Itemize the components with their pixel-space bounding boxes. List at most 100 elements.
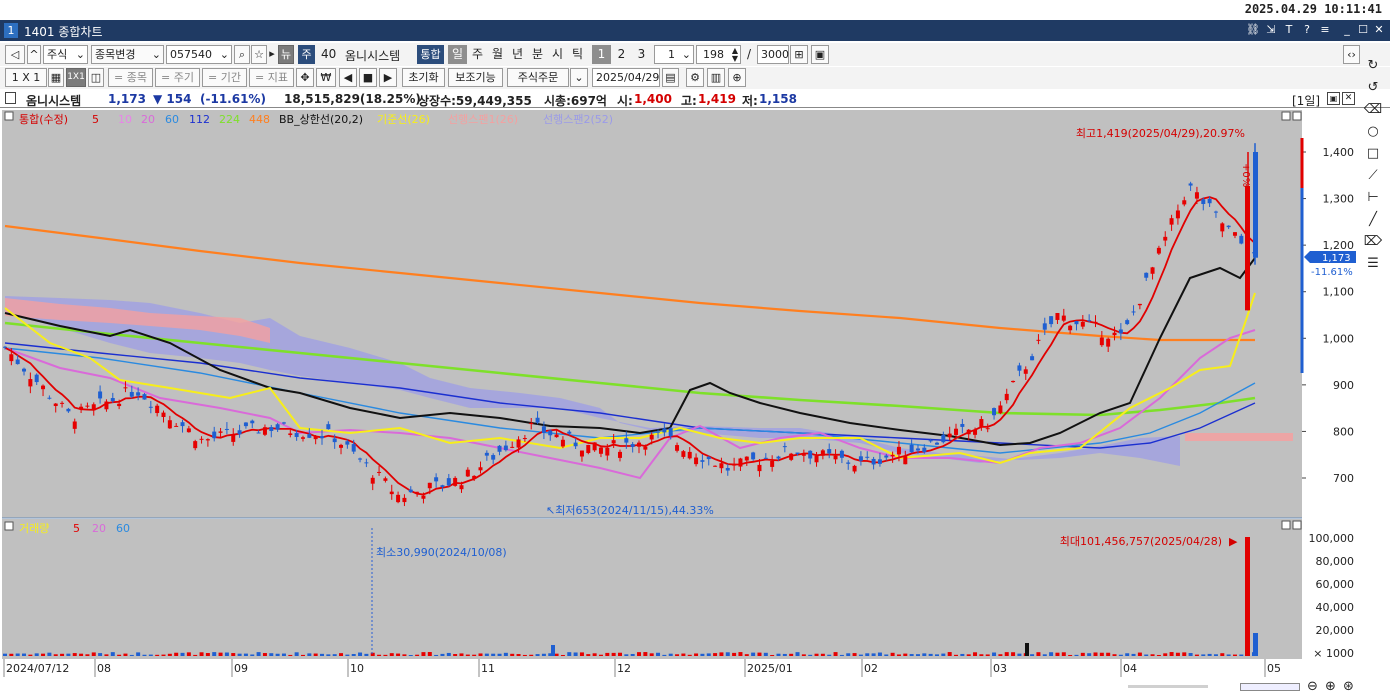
layout-1x1-button[interactable]: 1 X 1 <box>5 68 47 87</box>
period-value-select[interactable]: 1 ⌄ <box>654 45 694 64</box>
tab-day[interactable]: 일 <box>448 45 467 64</box>
chart-settings-icon[interactable]: ▥ <box>707 68 725 87</box>
volume-legend-toggle[interactable] <box>4 521 14 531</box>
search-icon[interactable]: ⌕ <box>234 45 250 64</box>
rotate-ccw-icon[interactable]: ↺ <box>1363 78 1383 98</box>
legend-vol5: 5 <box>73 522 80 535</box>
rectangle-icon[interactable]: □ <box>1363 144 1383 164</box>
zoom-slider[interactable] <box>1240 683 1300 691</box>
circle-icon[interactable]: ○ <box>1363 122 1383 142</box>
candle-body <box>1099 337 1104 346</box>
stop-icon[interactable]: ■ <box>359 68 377 87</box>
help-icon[interactable]: ? <box>1300 22 1314 38</box>
chart-svg[interactable]: 2024/07/12 08 09 10 11 12 2025/01 02 03 04 05 1,40… <box>0 108 1390 686</box>
indicator-sync-button[interactable]: = 지표 <box>249 68 294 87</box>
drawing-settings-icon[interactable]: ☰ <box>1363 254 1383 274</box>
type-select[interactable]: 주식 ⌄ <box>43 45 88 64</box>
integrated-button[interactable]: 통합 <box>417 45 444 64</box>
settings-menu-icon[interactable]: ≡ <box>1318 22 1332 38</box>
stock-code-input[interactable]: 057540 ⌄ <box>166 45 232 64</box>
link-icon[interactable]: ⛓ <box>1246 22 1260 38</box>
crosshair-icon[interactable]: ✥ <box>296 68 314 87</box>
restore-icon[interactable]: ▣ <box>1327 92 1340 105</box>
rotate-cw-icon[interactable]: ↻ <box>1363 56 1383 76</box>
change-stock-button[interactable]: 종목변경 ⌄ <box>91 45 164 64</box>
candle-body <box>1175 210 1180 219</box>
chevron-down-icon[interactable]: ⌄ <box>570 68 588 87</box>
max-count-input[interactable]: 3000 <box>757 45 789 64</box>
line-plus-icon[interactable]: ⟋ <box>1363 166 1383 186</box>
tab-month[interactable]: 월 <box>488 45 507 64</box>
star-icon[interactable]: ☆ <box>251 45 267 64</box>
text-icon[interactable]: T <box>1282 22 1296 38</box>
count-stepper[interactable]: 198 ▲ ▼ <box>696 45 741 64</box>
candle-body <box>643 446 648 450</box>
checkbox[interactable] <box>5 92 16 104</box>
layout-single-button[interactable]: 1X1 <box>66 68 86 87</box>
delete-drawing-icon[interactable]: ⌦ <box>1363 232 1383 252</box>
candle-body <box>839 450 844 458</box>
add-window-icon[interactable]: ⊞ <box>790 45 808 64</box>
candle-body <box>85 405 90 407</box>
tab-year[interactable]: 년 <box>508 45 527 64</box>
chart-area[interactable]: 2024/07/12 08 09 10 11 12 2025/01 02 03 04 05 1,40… <box>0 108 1390 686</box>
export-icon[interactable]: ⇲ <box>1264 22 1278 38</box>
maximize-icon[interactable]: ☐ <box>1356 22 1370 38</box>
nav-prev-button[interactable]: ◁ <box>5 45 25 64</box>
panel-restore-icon[interactable] <box>1281 111 1291 121</box>
candle-body <box>186 428 191 433</box>
item-sync-button[interactable]: = 종목 <box>108 68 153 87</box>
reset-button[interactable]: 초기화 <box>402 68 445 87</box>
scroll-left-icon[interactable]: ◀ <box>339 68 357 87</box>
vol-panel-close-icon[interactable] <box>1292 520 1302 530</box>
zoom-out-icon[interactable]: ⊖ <box>1307 679 1318 694</box>
volume-bar <box>339 653 344 656</box>
legend-toggle[interactable] <box>4 111 14 121</box>
panel-close-icon[interactable] <box>1292 111 1302 121</box>
volume-bar <box>34 653 39 656</box>
diagonal-line-icon[interactable]: ╱ <box>1363 210 1383 230</box>
tab-hour[interactable]: 시 <box>548 45 567 64</box>
zoom-in-icon[interactable]: ⊕ <box>1325 679 1336 694</box>
split-view-icon[interactable]: ◫ <box>88 68 104 87</box>
currency-icon[interactable]: ₩ <box>316 68 336 87</box>
grid-icon[interactable]: ▦ <box>48 68 64 87</box>
save-icon[interactable]: ▣ <box>811 45 829 64</box>
candle-body <box>320 436 325 439</box>
period-sync-button[interactable]: = 기간 <box>202 68 247 87</box>
scroll-right-icon[interactable]: ▶ <box>379 68 397 87</box>
volume-bar <box>478 653 483 656</box>
legend-vol60: 60 <box>116 522 130 535</box>
candle-body <box>231 434 236 442</box>
tab-tick[interactable]: 틱 <box>568 45 587 64</box>
scrollbar-track[interactable] <box>1128 685 1208 688</box>
candle-body <box>833 455 838 460</box>
period-1-button[interactable]: 1 <box>592 45 611 64</box>
zoom-reset-icon[interactable]: ⊛ <box>1343 679 1354 694</box>
aux-function-button[interactable]: 보조기능 <box>448 68 503 87</box>
candle-body <box>1131 311 1136 313</box>
stock-order-button[interactable]: 주식주문 <box>507 68 569 87</box>
volume-bar <box>161 654 166 656</box>
close-chart-icon[interactable]: ✕ <box>1342 92 1355 105</box>
date-input[interactable]: 2025/04/29 <box>592 68 660 87</box>
vol-panel-restore-icon[interactable] <box>1281 520 1291 530</box>
legend-ma20: 20 <box>141 113 155 126</box>
up-button[interactable]: ^ <box>27 45 41 64</box>
gear-icon[interactable]: ⚙ <box>686 68 704 87</box>
news-button[interactable]: 뉴 <box>278 45 294 64</box>
date-tick-label: 10 <box>350 662 364 675</box>
tab-week[interactable]: 주 <box>468 45 487 64</box>
close-icon[interactable]: ✕ <box>1372 22 1386 38</box>
cycle-sync-button[interactable]: = 주기 <box>155 68 200 87</box>
period-3-button[interactable]: 3 <box>632 45 651 64</box>
arrow-right-icon[interactable]: ▸ <box>268 45 276 64</box>
minimize-icon[interactable]: _ <box>1340 22 1354 38</box>
calendar-icon[interactable]: ▤ <box>662 68 679 87</box>
eraser-icon[interactable]: ⌫ <box>1363 100 1383 120</box>
tab-minute[interactable]: 분 <box>528 45 547 64</box>
horizontal-line-icon[interactable]: ⊢ <box>1363 188 1383 208</box>
code-toggle-icon[interactable]: ‹› <box>1343 45 1360 64</box>
period-2-button[interactable]: 2 <box>612 45 631 64</box>
chart-add-icon[interactable]: ⊕ <box>728 68 746 87</box>
